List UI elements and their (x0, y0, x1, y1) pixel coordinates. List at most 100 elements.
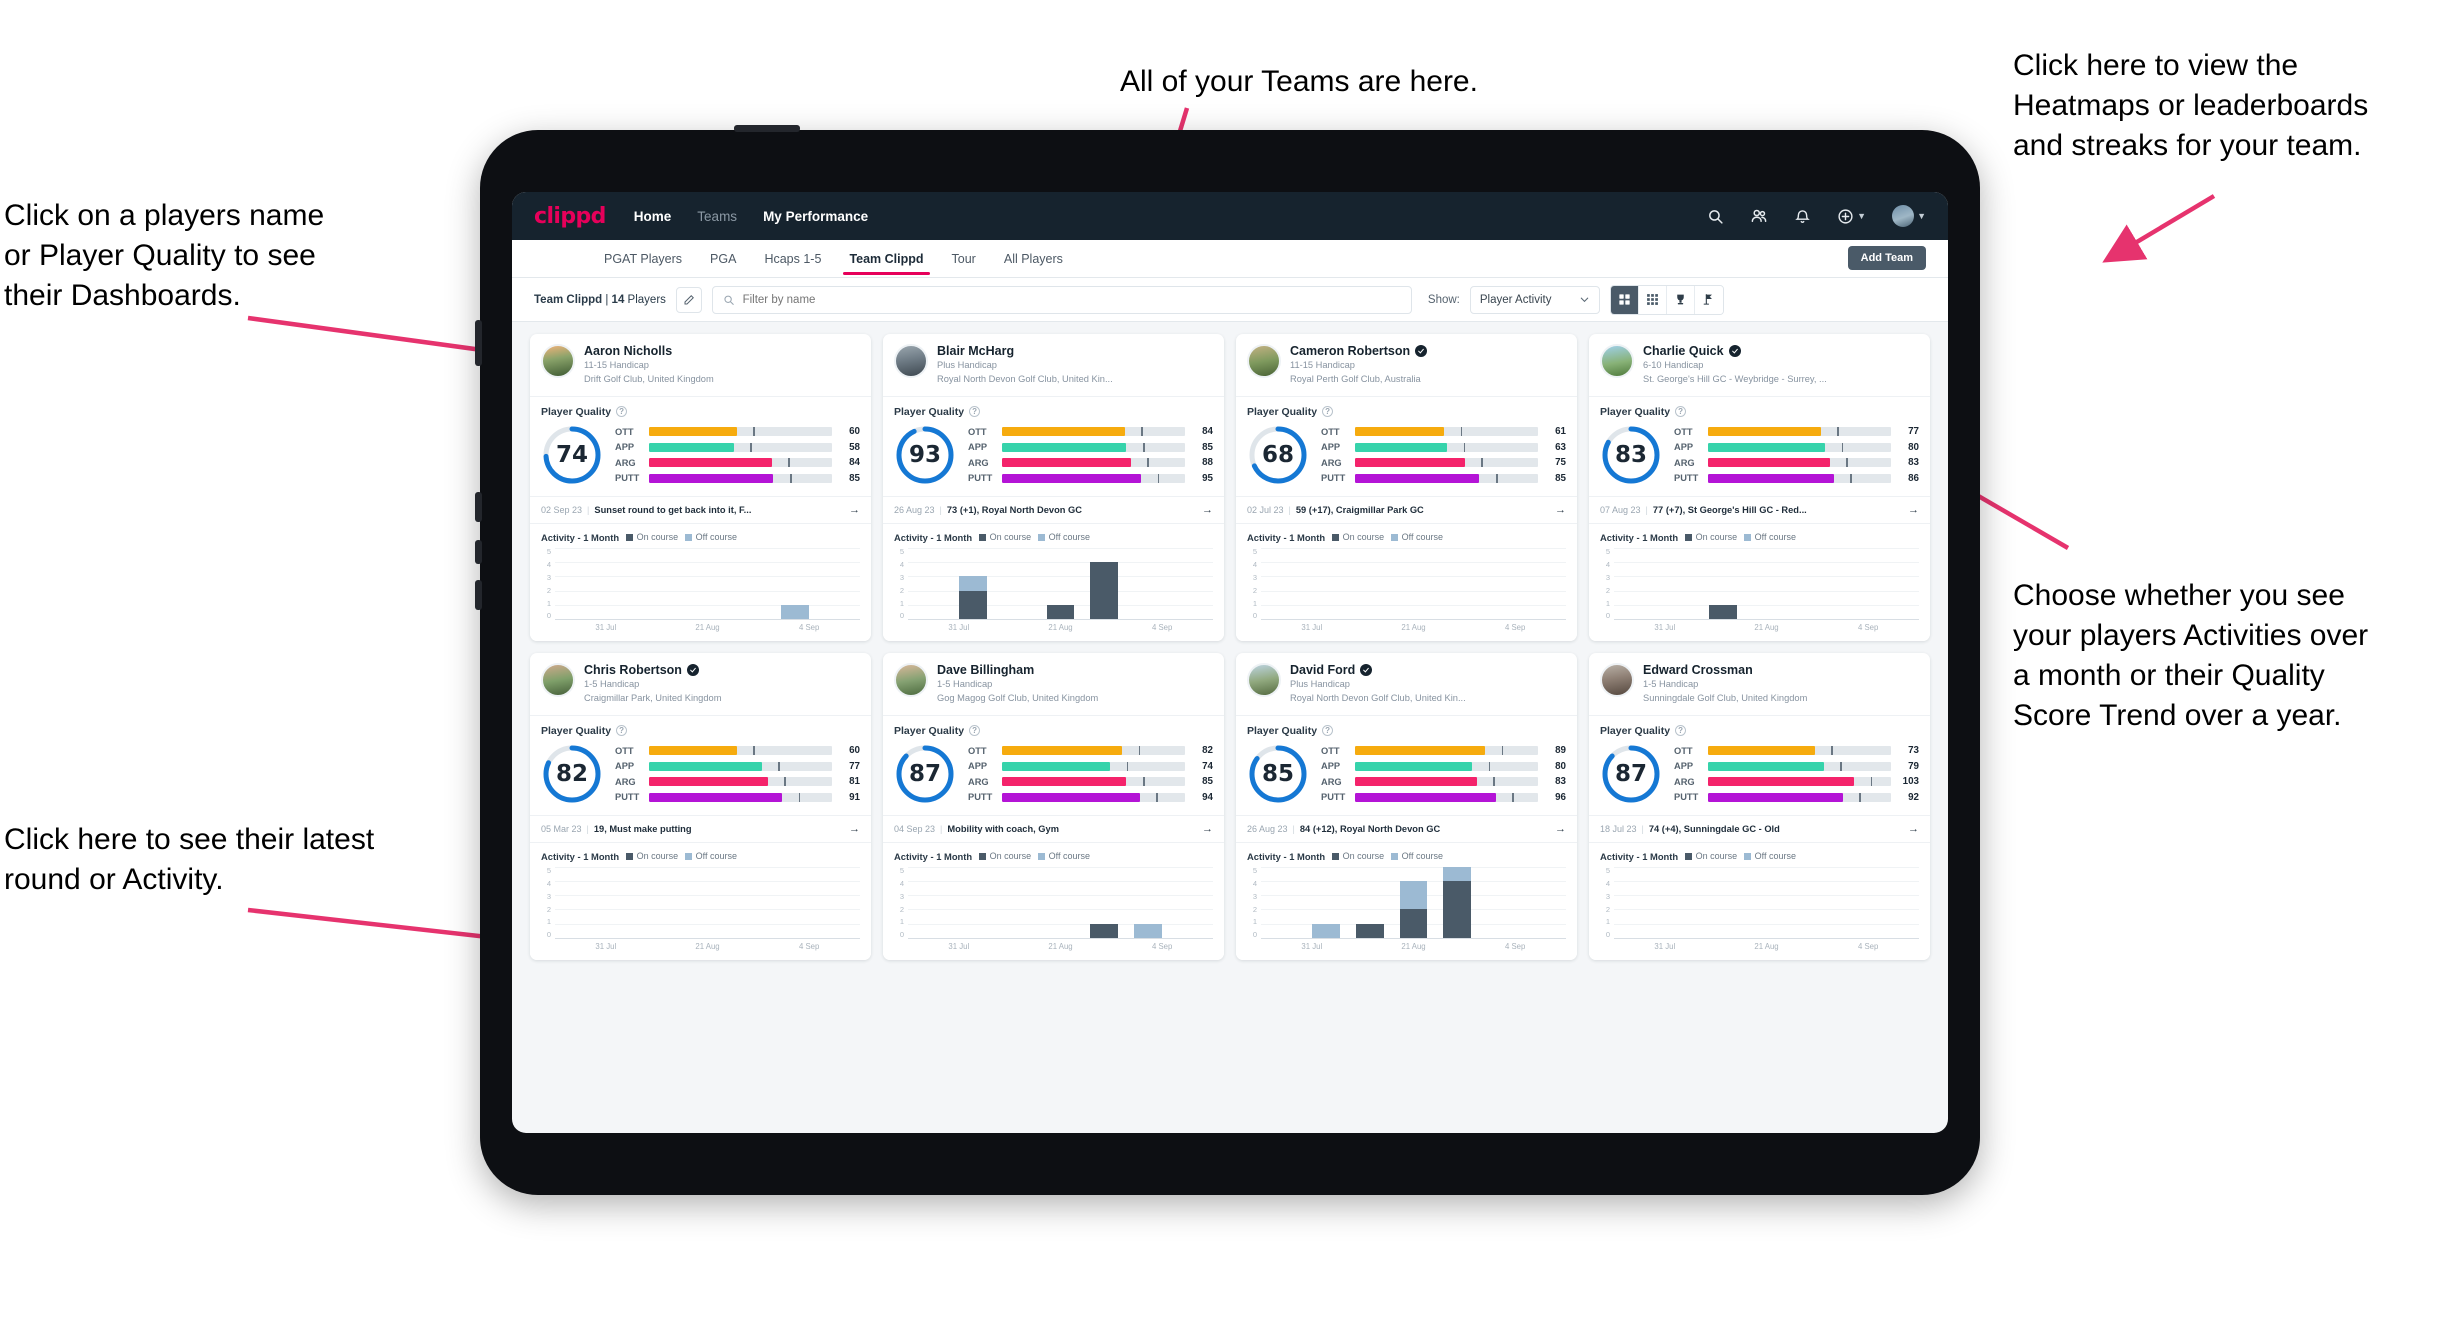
player-card[interactable]: Blair McHarg Plus Handicap Royal North D… (883, 334, 1224, 641)
player-name[interactable]: Blair McHarg (937, 344, 1014, 358)
player-avatar[interactable] (1247, 662, 1281, 697)
player-quality-label[interactable]: Player Quality (541, 725, 611, 737)
player-quality-gauge[interactable]: 68 (1247, 424, 1309, 486)
player-avatar[interactable] (894, 344, 928, 378)
golf-flag-view-icon[interactable] (1694, 285, 1723, 314)
search-icon (724, 295, 734, 305)
grid-view-icon[interactable] (1610, 285, 1639, 314)
player-name[interactable]: David Ford (1290, 663, 1355, 677)
player-avatar[interactable] (1600, 662, 1634, 697)
player-avatar[interactable] (894, 662, 928, 697)
chart-plot-area (1261, 866, 1566, 939)
player-card[interactable]: Edward Crossman 1-5 Handicap Sunningdale… (1589, 652, 1930, 960)
show-mode-select[interactable]: Player Activity (1469, 285, 1600, 314)
player-avatar[interactable] (1247, 344, 1281, 378)
player-name[interactable]: Dave Billingham (937, 663, 1034, 677)
arrow-right-icon[interactable]: → (1908, 823, 1919, 835)
edit-team-button[interactable] (675, 286, 702, 313)
nav-link-home[interactable]: Home (634, 209, 672, 224)
tab-pga[interactable]: PGA (708, 243, 738, 275)
people-icon[interactable] (1750, 207, 1768, 225)
player-avatar[interactable] (541, 344, 575, 378)
player-card[interactable]: Charlie Quick 6-10 Handicap St. George's… (1589, 334, 1930, 641)
arrow-right-icon[interactable]: → (1202, 823, 1213, 835)
arrow-right-icon[interactable]: → (1908, 504, 1919, 516)
player-quality-gauge[interactable]: 87 (894, 743, 956, 805)
player-name[interactable]: Aaron Nicholls (584, 344, 672, 358)
player-avatar[interactable] (1600, 344, 1634, 378)
player-quality-label[interactable]: Player Quality (894, 406, 964, 418)
player-quality-label[interactable]: Player Quality (894, 725, 964, 737)
tab-pgat-players[interactable]: PGAT Players (602, 243, 684, 275)
legend-label-off-course: Off course (1754, 851, 1797, 862)
player-quality-label[interactable]: Player Quality (1247, 725, 1317, 737)
chart-bar-slot (816, 867, 860, 938)
arrow-right-icon[interactable]: → (849, 823, 860, 835)
help-icon[interactable]: ? (1322, 725, 1334, 737)
player-name[interactable]: Charlie Quick (1643, 344, 1724, 358)
arrow-right-icon[interactable]: → (849, 504, 860, 516)
help-icon[interactable]: ? (969, 406, 981, 418)
player-card[interactable]: Chris Robertson 1-5 Handicap Craigmillar… (530, 652, 871, 960)
tab-all-players[interactable]: All Players (1002, 243, 1065, 275)
player-quality-gauge[interactable]: 83 (1600, 424, 1662, 486)
player-card[interactable]: David Ford Plus Handicap Royal North Dev… (1236, 652, 1577, 960)
help-icon[interactable]: ? (1675, 725, 1687, 737)
nav-link-my-performance[interactable]: My Performance (763, 209, 868, 224)
metric-row: OTT 89 (1321, 745, 1566, 756)
player-quality-label[interactable]: Player Quality (1600, 406, 1670, 418)
metric-bar (1708, 761, 1891, 771)
latest-round-row[interactable]: 04 Sep 23 | Mobility with coach, Gym → (883, 814, 1224, 842)
latest-round-row[interactable]: 18 Jul 23 | 74 (+4), Sunningdale GC - Ol… (1589, 814, 1930, 842)
metric-bar-tick (1463, 442, 1466, 452)
search-icon[interactable] (1707, 208, 1724, 225)
latest-round-row[interactable]: 02 Jul 23 | 59 (+17), Craigmillar Park G… (1236, 495, 1577, 523)
help-icon[interactable]: ? (616, 406, 628, 418)
player-name[interactable]: Chris Robertson (584, 663, 682, 677)
arrow-right-icon[interactable]: → (1555, 823, 1566, 835)
player-card[interactable]: Cameron Robertson 11-15 Handicap Royal P… (1236, 334, 1577, 641)
player-name[interactable]: Cameron Robertson (1290, 344, 1410, 358)
player-quality-gauge[interactable]: 87 (1600, 743, 1662, 805)
heatmap-view-icon[interactable] (1638, 285, 1667, 314)
legend-swatch-on-course (979, 852, 987, 860)
arrow-right-icon[interactable]: → (1555, 504, 1566, 516)
plus-circle-icon[interactable]: ▼ (1837, 208, 1866, 225)
search-players-box[interactable] (711, 285, 1412, 314)
player-identity: David Ford Plus Handicap Royal North Dev… (1290, 663, 1466, 706)
help-icon[interactable]: ? (969, 725, 981, 737)
player-quality-gauge[interactable]: 85 (1247, 743, 1309, 805)
latest-round-row[interactable]: 02 Sep 23 | Sunset round to get back int… (530, 495, 871, 523)
help-icon[interactable]: ? (1322, 406, 1334, 418)
player-quality-gauge[interactable]: 93 (894, 424, 956, 486)
filter-toolbar: Team Clippd | 14 Players Show: Player Ac… (512, 278, 1948, 322)
player-quality-label[interactable]: Player Quality (1247, 406, 1317, 418)
tab-team-clippd[interactable]: Team Clippd (843, 243, 930, 275)
avatar[interactable]: ▼ (1892, 205, 1926, 227)
arrow-right-icon[interactable]: → (1202, 504, 1213, 516)
metric-bar (1708, 473, 1891, 483)
bell-icon[interactable] (1794, 208, 1811, 225)
latest-round-row[interactable]: 26 Aug 23 | 73 (+1), Royal North Devon G… (883, 495, 1224, 523)
help-icon[interactable]: ? (616, 725, 628, 737)
latest-round-row[interactable]: 26 Aug 23 | 84 (+12), Royal North Devon … (1236, 814, 1577, 842)
tab-hcaps-1-5[interactable]: Hcaps 1-5 (762, 243, 823, 275)
player-card[interactable]: Aaron Nicholls 11-15 Handicap Drift Golf… (530, 334, 871, 641)
nav-link-teams[interactable]: Teams (697, 209, 737, 224)
player-quality-label[interactable]: Player Quality (541, 406, 611, 418)
clippd-logo[interactable]: clippd (534, 204, 606, 229)
latest-round-row[interactable]: 07 Aug 23 | 77 (+7), St George's Hill GC… (1589, 495, 1930, 523)
player-identity: Blair McHarg Plus Handicap Royal North D… (937, 344, 1113, 387)
player-quality-label[interactable]: Player Quality (1600, 725, 1670, 737)
player-name[interactable]: Edward Crossman (1643, 663, 1753, 677)
help-icon[interactable]: ? (1675, 406, 1687, 418)
search-input[interactable] (742, 293, 1401, 306)
player-quality-gauge[interactable]: 82 (541, 743, 603, 805)
trophy-view-icon[interactable] (1666, 285, 1695, 314)
latest-round-row[interactable]: 05 Mar 23 | 19, Must make putting → (530, 814, 871, 842)
player-avatar[interactable] (541, 662, 575, 697)
player-quality-gauge[interactable]: 74 (541, 424, 603, 486)
add-team-button[interactable]: Add Team (1847, 246, 1926, 270)
tab-tour[interactable]: Tour (950, 243, 978, 275)
player-card[interactable]: Dave Billingham 1-5 Handicap Gog Magog G… (883, 652, 1224, 960)
